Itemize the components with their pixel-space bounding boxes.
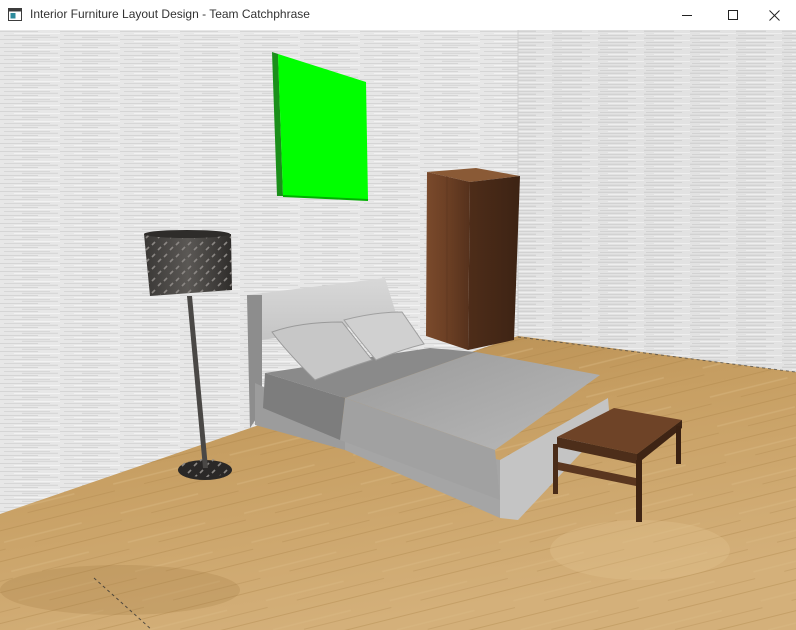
title-bar[interactable]: Interior Furniture Layout Design - Team … — [0, 0, 796, 30]
right-wall — [518, 30, 796, 372]
wardrobe[interactable] — [426, 168, 520, 350]
minimize-button[interactable] — [664, 0, 710, 30]
minimize-icon — [682, 15, 692, 16]
3d-viewport[interactable] — [0, 30, 796, 630]
close-button[interactable] — [752, 0, 796, 30]
window-title: Interior Furniture Layout Design - Team … — [30, 7, 310, 21]
maximize-icon — [728, 10, 738, 20]
window-app-icon — [8, 8, 22, 21]
scene-render — [0, 30, 796, 630]
app-window: Interior Furniture Layout Design - Team … — [0, 0, 796, 630]
maximize-button[interactable] — [710, 0, 756, 30]
close-icon — [768, 9, 780, 21]
